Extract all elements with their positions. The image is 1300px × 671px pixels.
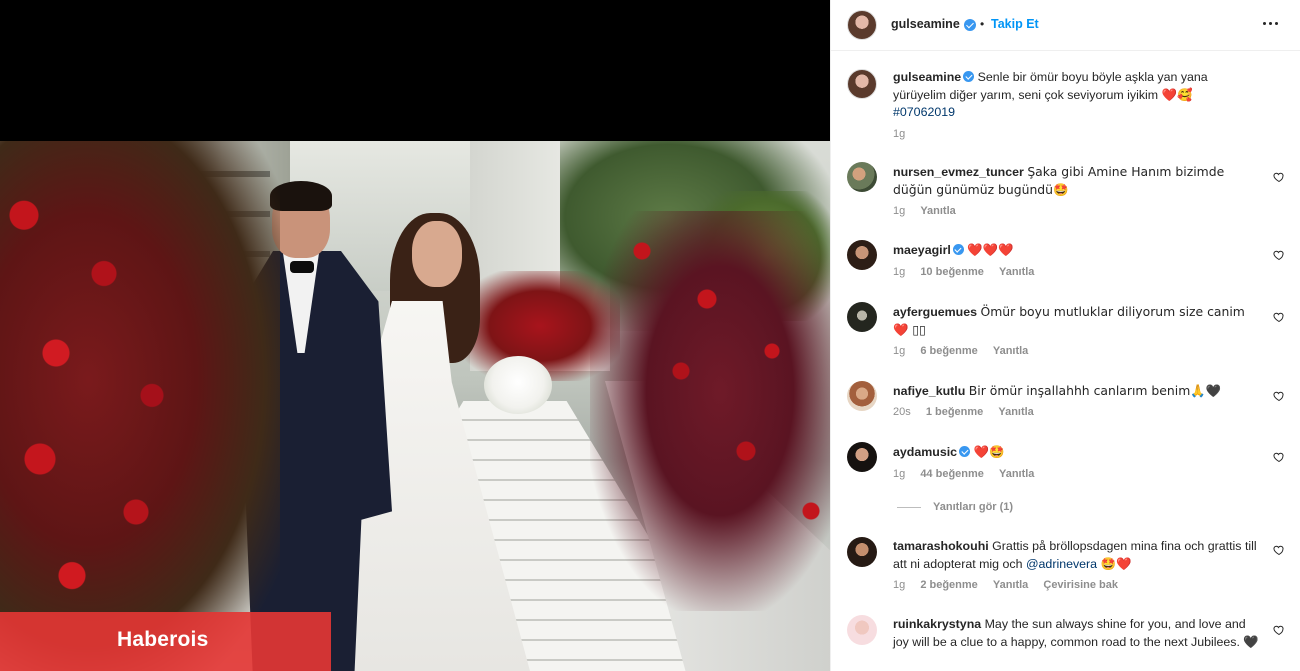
commenter-avatar[interactable] bbox=[847, 240, 877, 270]
comment-mention[interactable]: @adrinevera bbox=[1026, 557, 1097, 571]
comment-body: Bir ömür inşallahhh canlarım benim🙏🖤 bbox=[968, 383, 1222, 398]
comment-body: ❤️❤️❤️ bbox=[967, 242, 1014, 257]
caption-avatar[interactable] bbox=[847, 69, 877, 99]
reply-button[interactable]: Yanıtla bbox=[999, 266, 1034, 278]
caption-username[interactable]: gulseamine bbox=[893, 70, 961, 84]
author-avatar[interactable] bbox=[847, 10, 877, 40]
like-heart-icon[interactable] bbox=[1273, 390, 1285, 402]
comment-time: 1g bbox=[893, 266, 906, 278]
comment-username[interactable]: ayferguemues bbox=[893, 305, 977, 319]
commenter-avatar[interactable] bbox=[847, 442, 877, 472]
like-heart-icon[interactable] bbox=[1273, 171, 1285, 183]
comment-emoji: 🖤 bbox=[1243, 634, 1259, 649]
comment-username[interactable]: aydamusic bbox=[893, 445, 957, 459]
photo-bride-head bbox=[412, 221, 462, 287]
comment-time: 1g bbox=[893, 468, 906, 480]
view-replies-button[interactable]: Yanıtları gör (1) bbox=[897, 501, 1013, 513]
reply-button[interactable]: Yanıtla bbox=[999, 468, 1034, 480]
comment-time: 1g bbox=[893, 205, 906, 217]
verified-badge-icon bbox=[959, 446, 971, 457]
reply-button[interactable]: Yanıtla bbox=[993, 345, 1028, 357]
photo-groom-bowtie bbox=[290, 261, 314, 273]
commenter-avatar[interactable] bbox=[847, 302, 877, 332]
wedding-photo bbox=[0, 141, 830, 671]
caption-time: 1g bbox=[893, 128, 906, 140]
watermark-text: Haberois bbox=[117, 628, 209, 651]
comment-text: nursen_evmez_tuncer Şaka gibi Amine Hanı… bbox=[893, 163, 1263, 199]
comment-username[interactable]: maeyagirl bbox=[893, 243, 951, 257]
likes-count[interactable]: 2 beğenme bbox=[920, 579, 977, 591]
caption-text: gulseamine Senle bir ömür boyu böyle aşk… bbox=[893, 69, 1263, 121]
comment-time: 1g bbox=[893, 579, 906, 591]
comment-meta: 1g 6 beğenme Yanıtla bbox=[893, 345, 1040, 357]
likes-count[interactable]: 10 beğenme bbox=[920, 266, 984, 278]
comment-emoji: 🤩❤️ bbox=[1100, 556, 1132, 571]
photo-bouquet bbox=[484, 356, 552, 414]
like-heart-icon[interactable] bbox=[1273, 311, 1285, 323]
comment-time: 1g bbox=[893, 345, 906, 357]
verified-badge-icon bbox=[964, 19, 976, 31]
like-heart-icon[interactable] bbox=[1273, 624, 1285, 636]
comment-username[interactable]: nafiye_kutlu bbox=[893, 384, 965, 398]
comment-meta: 1g Yanıtla bbox=[893, 205, 968, 217]
comment-username[interactable]: nursen_evmez_tuncer bbox=[893, 165, 1024, 179]
commenter-avatar[interactable] bbox=[847, 537, 877, 567]
commenter-avatar[interactable] bbox=[847, 162, 877, 192]
likes-count[interactable]: 1 beğenme bbox=[926, 406, 983, 418]
more-horizontal-icon[interactable] bbox=[1261, 14, 1281, 34]
comment-text: maeyagirl ❤️❤️❤️ bbox=[893, 241, 1263, 259]
comment-text: tamarashokouhi Grattis på bröllopsdagen … bbox=[893, 538, 1263, 573]
commenter-avatar[interactable] bbox=[847, 381, 877, 411]
post-sidebar: gulseamine • Takip Et gulseamine Senle b… bbox=[830, 0, 1300, 671]
like-heart-icon[interactable] bbox=[1273, 451, 1285, 463]
comment-meta: 1g 2 beğenme Yanıtla Çevirisine bak bbox=[893, 579, 1130, 591]
photo-flowers-right bbox=[590, 211, 830, 611]
follow-button[interactable]: Takip Et bbox=[991, 17, 1039, 31]
caption-meta: 1g bbox=[893, 128, 917, 140]
author-username[interactable]: gulseamine bbox=[891, 17, 960, 31]
likes-count[interactable]: 44 beğenme bbox=[920, 468, 984, 480]
comment-meta: 1g 44 beğenme Yanıtla bbox=[893, 468, 1046, 480]
comment-meta: 1g 10 beğenme Yanıtla bbox=[893, 266, 1046, 278]
separator-dot: • bbox=[980, 17, 985, 31]
instagram-post-modal: Haberois gulseamine • Takip Et gulseamin… bbox=[0, 0, 1300, 671]
comment-text: ayferguemues Ömür boyu mutluklar diliyor… bbox=[893, 303, 1263, 339]
post-caption: gulseamine Senle bir ömür boyu böyle aşk… bbox=[831, 55, 1300, 145]
caption-hashtag[interactable]: #07062019 bbox=[893, 105, 955, 119]
caption-emoji: ❤️🥰 bbox=[1161, 87, 1193, 102]
reply-button[interactable]: Yanıtla bbox=[920, 205, 955, 217]
verified-badge-icon bbox=[952, 244, 964, 255]
post-header: gulseamine • Takip Et bbox=[831, 0, 1300, 51]
comment-meta: 20s 1 beğenme Yanıtla bbox=[893, 406, 1046, 418]
comment-username[interactable]: tamarashokouhi bbox=[893, 539, 989, 553]
comment-text: aydamusic ❤️🤩 bbox=[893, 443, 1263, 461]
verified-badge-icon bbox=[963, 71, 975, 82]
post-media[interactable]: Haberois bbox=[0, 0, 830, 671]
like-heart-icon[interactable] bbox=[1273, 249, 1285, 261]
translate-button[interactable]: Çevirisine bak bbox=[1043, 579, 1118, 591]
commenter-avatar[interactable] bbox=[847, 615, 877, 645]
photo-flowers-left bbox=[0, 141, 280, 671]
watermark-banner: Haberois bbox=[0, 612, 331, 671]
comment-text: ruinkakrystyna May the sun always shine … bbox=[893, 616, 1263, 651]
comment-text: nafiye_kutlu Bir ömür inşallahhh canları… bbox=[893, 382, 1263, 400]
comment-time: 20s bbox=[893, 406, 911, 418]
reply-button[interactable]: Yanıtla bbox=[998, 406, 1033, 418]
comment-username[interactable]: ruinkakrystyna bbox=[893, 617, 981, 631]
comment-body: ❤️🤩 bbox=[973, 444, 1005, 459]
likes-count[interactable]: 6 beğenme bbox=[920, 345, 977, 357]
like-heart-icon[interactable] bbox=[1273, 544, 1285, 556]
reply-button[interactable]: Yanıtla bbox=[993, 579, 1028, 591]
